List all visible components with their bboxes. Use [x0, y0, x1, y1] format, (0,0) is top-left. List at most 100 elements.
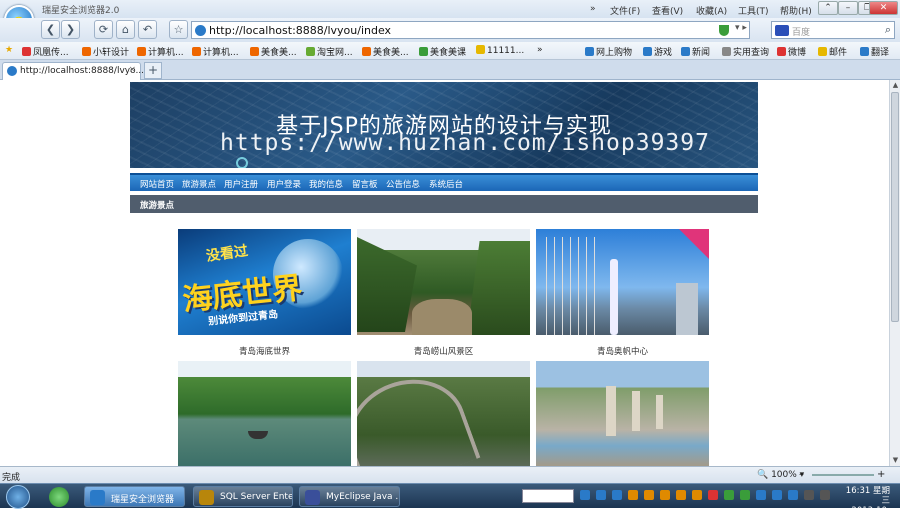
- menu-tools[interactable]: 工具(T): [738, 4, 769, 17]
- tray-icon[interactable]: [596, 490, 606, 500]
- clock[interactable]: 16:31 星期三 2013-10-23: [842, 486, 890, 526]
- favorite-link[interactable]: 翻译: [860, 45, 889, 58]
- minimize-button[interactable]: –: [838, 1, 858, 15]
- attraction-image-ocean-world[interactable]: 没看过 海底世界 别说你到过青岛: [178, 229, 351, 335]
- taskbar-browser[interactable]: 瑞星安全浏览器: [84, 486, 185, 507]
- favorite-icon: [681, 47, 690, 56]
- tray-icon[interactable]: [820, 490, 830, 500]
- tray-icon[interactable]: [772, 490, 782, 500]
- taskbar-browser-label: 瑞星安全浏览器: [111, 495, 175, 505]
- nav-message-board[interactable]: 留言板: [352, 178, 378, 190]
- search-icon[interactable]: ⌕: [885, 23, 891, 37]
- favorite-label: »: [537, 45, 543, 55]
- tab-current[interactable]: http://localhost:8888/lvyo... ×: [2, 62, 144, 80]
- nav-attractions[interactable]: 旅游景点: [182, 178, 216, 190]
- attraction-caption[interactable]: 青岛海底世界: [178, 345, 351, 357]
- tray-icon[interactable]: [580, 490, 590, 500]
- home-button[interactable]: ⌂: [116, 20, 135, 39]
- zoom-in-icon[interactable]: +: [877, 469, 885, 480]
- favorite-link[interactable]: 凤凰传...: [22, 45, 69, 58]
- refresh-button[interactable]: ⟳: [94, 20, 113, 39]
- favorite-link[interactable]: 网上购物: [585, 45, 632, 58]
- favorite-label: 翻译: [871, 48, 890, 58]
- shield-icon[interactable]: [719, 25, 729, 36]
- sqlserver-icon: [199, 490, 214, 505]
- address-bar[interactable]: http://localhost:8888/lvyou/index ▾ ▸: [191, 21, 750, 39]
- search-box[interactable]: 百度 ⌕: [771, 21, 895, 39]
- tray-icon[interactable]: [740, 490, 750, 500]
- menu-file[interactable]: 文件(F): [610, 4, 640, 17]
- favorite-link[interactable]: 淘宝网...: [306, 45, 353, 58]
- favorite-link[interactable]: 11111...: [476, 45, 524, 56]
- favorite-link[interactable]: 邮件: [818, 45, 847, 58]
- favorite-link[interactable]: 美食美...: [362, 45, 409, 58]
- zoom-out-icon[interactable]: –: [799, 469, 804, 480]
- favorite-link[interactable]: »: [537, 45, 543, 55]
- address-input[interactable]: http://localhost:8888/lvyou/index: [209, 24, 391, 37]
- taskbar-search-field[interactable]: [522, 489, 574, 503]
- nav-home[interactable]: 网站首页: [140, 178, 174, 190]
- tray-icon[interactable]: [804, 490, 814, 500]
- new-tab-button[interactable]: +: [144, 62, 162, 79]
- tray-icon[interactable]: [708, 490, 718, 500]
- tray-icon[interactable]: [644, 490, 654, 500]
- nav-announcements[interactable]: 公告信息: [386, 178, 420, 190]
- tray-icon[interactable]: [660, 490, 670, 500]
- zoom-level[interactable]: 🔍 100% ▾: [757, 470, 804, 480]
- taskbar-myeclipse[interactable]: MyEclipse Java ...: [299, 486, 400, 507]
- undo-close-button[interactable]: ↶: [138, 20, 157, 39]
- favorites-star-icon[interactable]: ★: [5, 45, 13, 55]
- favorite-link[interactable]: 游戏: [643, 45, 672, 58]
- favorite-link[interactable]: 计算机...: [137, 45, 184, 58]
- favorite-label: 实用查询: [733, 48, 770, 58]
- favorite-link[interactable]: 美食美...: [250, 45, 297, 58]
- menu-help[interactable]: 帮助(H): [780, 4, 812, 17]
- scroll-thumb[interactable]: [891, 92, 899, 322]
- favorite-link[interactable]: 美食美课: [419, 45, 466, 58]
- nav-my-info[interactable]: 我的信息: [309, 178, 343, 190]
- favorite-link[interactable]: 新闻: [681, 45, 710, 58]
- tray-icon[interactable]: [724, 490, 734, 500]
- menu-overflow[interactable]: »: [590, 4, 596, 14]
- nav-admin[interactable]: 系统后台: [429, 178, 463, 190]
- close-window-button[interactable]: ✕: [869, 1, 898, 15]
- tray-icon[interactable]: [756, 490, 766, 500]
- attraction-image-lake[interactable]: [178, 361, 351, 467]
- attraction-caption[interactable]: 青岛崂山风景区: [357, 345, 530, 357]
- attraction-caption[interactable]: 青岛奥帆中心: [536, 345, 709, 357]
- menu-view[interactable]: 查看(V): [652, 4, 683, 17]
- tray-icon[interactable]: [612, 490, 622, 500]
- tray-icon[interactable]: [628, 490, 638, 500]
- nav-register[interactable]: 用户注册: [224, 178, 258, 190]
- favorite-label: 邮件: [829, 48, 848, 58]
- search-input[interactable]: 百度: [792, 25, 810, 38]
- attraction-image-laoshan[interactable]: [357, 229, 530, 335]
- close-tab-icon[interactable]: ×: [128, 65, 136, 75]
- taskbar-sqlserver[interactable]: SQL Server Ente...: [193, 486, 293, 507]
- tray-icon[interactable]: [788, 490, 798, 500]
- pin-icon[interactable]: ⌃: [818, 1, 838, 15]
- chevron-down-icon[interactable]: ▾ ▸: [735, 23, 747, 33]
- tray-icon[interactable]: [692, 490, 702, 500]
- vertical-scrollbar[interactable]: ▲ ▼: [889, 80, 900, 466]
- quicklaunch-icon[interactable]: [49, 487, 69, 507]
- tray-icon[interactable]: [676, 490, 686, 500]
- page-viewport: 基于JSP的旅游网站的设计与实现 https://www.huzhan.com/…: [0, 80, 889, 467]
- attraction-image-plaza[interactable]: [536, 361, 709, 467]
- favorite-link[interactable]: 计算机...: [192, 45, 239, 58]
- back-button[interactable]: ❮: [41, 20, 60, 39]
- add-favorite-button[interactable]: ☆: [169, 20, 188, 39]
- zoom-slider[interactable]: [812, 474, 874, 476]
- favorite-link[interactable]: 小轩设计: [82, 45, 129, 58]
- scroll-down-icon[interactable]: ▼: [891, 456, 900, 465]
- attraction-image-sailing-center[interactable]: [536, 229, 709, 335]
- attraction-image-mountain-path[interactable]: [357, 361, 530, 467]
- start-button[interactable]: [6, 485, 30, 509]
- favorite-link[interactable]: 微博: [777, 45, 806, 58]
- nav-login[interactable]: 用户登录: [267, 178, 301, 190]
- forward-button[interactable]: ❯: [61, 20, 80, 39]
- scroll-up-icon[interactable]: ▲: [891, 81, 900, 90]
- menu-favorites[interactable]: 收藏(A): [696, 4, 727, 17]
- favorite-label: 美食美课: [430, 48, 467, 58]
- favorite-link[interactable]: 实用查询: [722, 45, 769, 58]
